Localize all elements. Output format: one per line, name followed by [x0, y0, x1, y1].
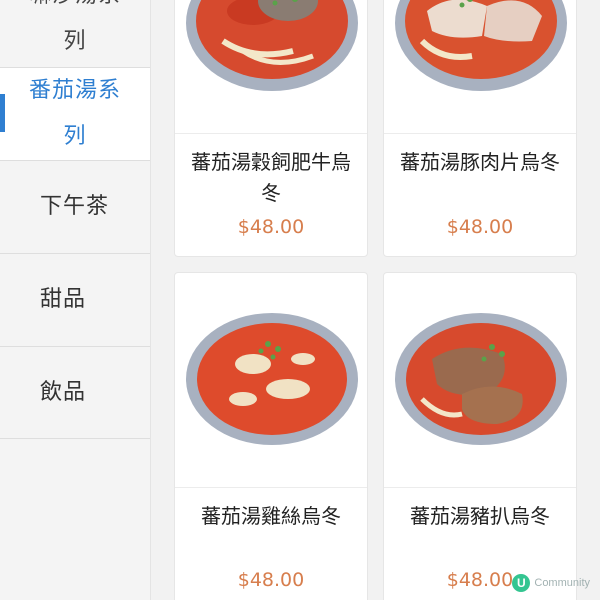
- category-sidebar: 嘛沙湯系列 番茄湯系列 下午茶 甜品 飲品: [0, 0, 151, 600]
- product-price: $48.00: [237, 216, 305, 238]
- sidebar-item-label: 嘛沙湯系列: [29, 0, 120, 54]
- product-name: 蕃茄湯豬扒烏冬: [410, 504, 550, 528]
- udon-bowl-image: [186, 313, 358, 445]
- product-card[interactable]: 蕃茄湯穀飼肥牛烏冬 $48.00: [174, 0, 368, 257]
- sidebar-item-label: 甜品: [40, 287, 87, 312]
- sidebar-item-afternoon-tea[interactable]: 下午茶: [0, 161, 150, 254]
- udon-bowl-image: [186, 0, 358, 91]
- card-divider: [384, 487, 576, 488]
- udon-bowl-image: [395, 0, 567, 91]
- sidebar-item-masha-soup[interactable]: 嘛沙湯系列: [0, 0, 150, 68]
- app-screen: 嘛沙湯系列 番茄湯系列 下午茶 甜品 飲品: [0, 0, 600, 600]
- watermark-logo-icon: U: [512, 574, 531, 592]
- sidebar-item-label: 飲品: [40, 379, 87, 405]
- sidebar-item-drinks[interactable]: 飲品: [0, 347, 150, 439]
- product-image[interactable]: [392, 299, 570, 461]
- product-card[interactable]: 蕃茄湯豬扒烏冬 $48.00: [383, 272, 577, 600]
- card-divider: [384, 133, 576, 134]
- product-price: $48.00: [237, 569, 305, 591]
- sidebar-item-label: 番茄湯系列: [28, 78, 121, 149]
- sidebar-item-dessert[interactable]: 甜品: [0, 254, 150, 347]
- watermark-text: Community: [534, 577, 590, 589]
- product-name: 蕃茄湯穀飼肥牛烏冬: [191, 150, 351, 205]
- card-divider: [175, 133, 367, 134]
- product-name: 蕃茄湯雞絲烏冬: [201, 504, 341, 528]
- product-image[interactable]: [183, 299, 361, 461]
- active-indicator: [0, 94, 5, 132]
- product-name: 蕃茄湯豚肉片烏冬: [400, 150, 560, 174]
- watermark: U Community: [512, 574, 590, 592]
- product-card[interactable]: 蕃茄湯雞絲烏冬 $48.00: [174, 272, 368, 600]
- sidebar-item-tomato-soup[interactable]: 番茄湯系列: [0, 68, 150, 161]
- product-image[interactable]: [392, 0, 570, 113]
- product-price: $48.00: [446, 216, 514, 238]
- card-divider: [175, 487, 367, 488]
- product-card[interactable]: 蕃茄湯豚肉片烏冬 $48.00: [383, 0, 577, 257]
- sidebar-item-label: 下午茶: [40, 194, 110, 219]
- udon-bowl-image: [395, 313, 567, 445]
- product-image[interactable]: [183, 0, 361, 113]
